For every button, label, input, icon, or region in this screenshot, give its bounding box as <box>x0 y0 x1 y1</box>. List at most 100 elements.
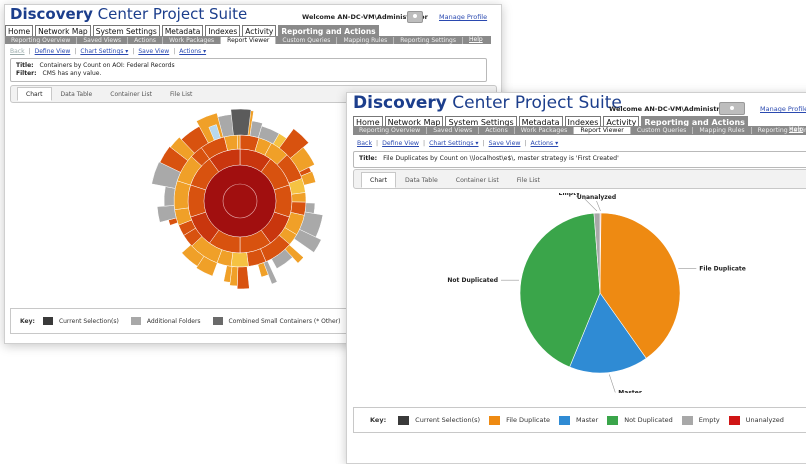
main-nav: Home Network Map System Settings Metadata In… <box>5 25 381 36</box>
user-icon <box>413 14 417 18</box>
sunburst-chart[interactable] <box>135 109 345 305</box>
report-title: Containers by Count on AOI: Federal Reco… <box>39 62 175 69</box>
tab-file-list[interactable]: File List <box>161 87 201 101</box>
report-filter: CMS has any value. <box>42 70 102 77</box>
nav-tab-metadata[interactable]: Metadata <box>161 25 204 36</box>
key-swatch <box>130 317 141 325</box>
key-swatch <box>42 317 53 325</box>
define-view-link[interactable]: Define View <box>382 140 419 147</box>
key-item-additional-folders: Additional Folders <box>130 317 201 325</box>
pie-label-not-duplicated: Not Duplicated <box>447 277 498 284</box>
key-item-label: Not Duplicated <box>624 416 673 424</box>
sunburst-ring3-segment[interactable] <box>304 202 316 214</box>
nav-tab-indexes[interactable]: Indexes <box>205 25 241 36</box>
subnav-saved-views[interactable]: Saved Views <box>427 127 480 134</box>
nav-tab-system-settings[interactable]: System Settings <box>92 25 160 36</box>
tab-container-list[interactable]: Container List <box>101 87 161 101</box>
key-swatch <box>681 415 693 425</box>
chart-settings-link[interactable]: Chart Settings ▾ <box>80 48 128 55</box>
sunburst-ring2-segment[interactable] <box>173 180 191 210</box>
manage-profile-link[interactable]: Manage Profile <box>439 13 487 21</box>
actions-link[interactable]: Actions ▾ <box>531 140 559 147</box>
subnav-report-viewer[interactable]: Report Viewer <box>574 127 631 134</box>
tab-chart[interactable]: Chart <box>17 87 52 101</box>
key-item-unanalyzed: Unanalyzed <box>728 415 784 425</box>
sunburst-ring2-segment[interactable] <box>236 134 241 150</box>
key-item-label: Unanalyzed <box>745 416 784 424</box>
report-tabs: Chart Data Table Container List File List <box>361 172 549 188</box>
help-link[interactable]: Help <box>789 126 803 133</box>
key-item-label: Additional Folders <box>146 317 201 325</box>
front-report-window: Discovery Center Project Suite Welcome A… <box>346 92 806 464</box>
subnav-reporting-overview[interactable]: Reporting Overview <box>353 127 428 134</box>
key-item-file-duplicate: File Duplicate <box>489 415 550 425</box>
actions-link[interactable]: Actions ▾ <box>179 48 206 55</box>
chart-settings-link[interactable]: Chart Settings ▾ <box>429 140 478 147</box>
tab-data-table[interactable]: Data Table <box>396 172 447 188</box>
tab-data-table[interactable]: Data Table <box>52 87 102 101</box>
key-item-label: Current Selection(s) <box>58 317 119 325</box>
report-title-box: Title: File Duplicates by Count on \\loca… <box>353 151 806 168</box>
user-menu-button[interactable] <box>407 11 423 23</box>
toolbar: Back | Define View | Chart Settings ▾ | Sav… <box>357 140 559 147</box>
subnav-actions[interactable]: Actions <box>479 127 515 134</box>
pie-label-unanalyzed: Unanalyzed <box>577 194 616 201</box>
save-view-link[interactable]: Save View <box>489 140 521 147</box>
subnav-custom-queries[interactable]: Custom Queries <box>276 36 338 44</box>
save-view-link[interactable]: Save View <box>138 48 169 55</box>
report-title: File Duplicates by Count on \\localhost\… <box>383 155 619 162</box>
key-label: Key: <box>370 416 387 424</box>
chart-key: Key: Current Selection(s) File Duplicate M… <box>353 407 806 433</box>
key-item-label: Empty <box>698 416 720 424</box>
report-title-box: Title: Containers by Count on AOI: Federa… <box>10 58 487 82</box>
title-label: Title: <box>16 62 34 69</box>
subnav-work-packages[interactable]: Work Packages <box>515 127 575 134</box>
key-label: Key: <box>20 317 35 325</box>
tab-chart[interactable]: Chart <box>361 172 397 188</box>
sunburst-ring2-segment[interactable] <box>230 252 249 268</box>
title-label: Title: <box>359 155 378 162</box>
nav-tab-home[interactable]: Home <box>5 25 34 36</box>
subnav-reporting-settings[interactable]: Reporting Settings <box>394 36 463 44</box>
tab-container-list[interactable]: Container List <box>447 172 508 188</box>
subnav-actions[interactable]: Actions <box>128 36 164 44</box>
subnav-reporting-overview[interactable]: Reporting Overview <box>5 36 78 44</box>
sunburst-dark-segment[interactable] <box>230 109 252 136</box>
key-item-current-selection-s: Current Selection(s) <box>42 317 119 325</box>
subnav-mapping-rules[interactable]: Mapping Rules <box>693 127 752 134</box>
manage-profile-link[interactable]: Manage Profile <box>760 105 806 113</box>
app-logo: Discovery Center Project Suite <box>353 93 622 113</box>
pie-chart[interactable]: Unanalyzed File Duplicate Master Not Duplic… <box>447 193 747 393</box>
sunburst-ring2-segment[interactable] <box>291 192 307 203</box>
sunburst-ring1-segment[interactable] <box>273 184 293 218</box>
user-icon <box>730 105 734 110</box>
tab-file-list[interactable]: File List <box>508 172 549 188</box>
nav-tab-activity[interactable]: Activity <box>242 25 277 36</box>
pie-leader-line <box>596 200 601 212</box>
sunburst-center[interactable] <box>204 165 276 237</box>
subnav-mapping-rules[interactable]: Mapping Rules <box>337 36 395 44</box>
pie-leader-line <box>609 374 616 393</box>
subnav-saved-views[interactable]: Saved Views <box>77 36 129 44</box>
key-swatch <box>212 317 223 325</box>
key-swatch <box>398 415 410 425</box>
back-link[interactable]: Back <box>10 48 25 55</box>
key-swatch <box>559 415 570 425</box>
sunburst-ring3-segment[interactable] <box>163 186 176 207</box>
sunburst-ring3-segment[interactable] <box>236 266 250 290</box>
help-link[interactable]: Help <box>469 36 483 43</box>
define-view-link[interactable]: Define View <box>35 48 71 55</box>
key-item-label: Master <box>576 416 599 424</box>
user-menu-button[interactable] <box>719 102 745 115</box>
nav-tab-reporting-and-actions[interactable]: Reporting and Actions <box>278 25 379 36</box>
subnav-report-viewer[interactable]: Report Viewer <box>221 36 277 44</box>
key-item-current-selection-s: Current Selection(s) <box>398 415 480 425</box>
nav-tab-network-map[interactable]: Network Map <box>35 25 91 36</box>
subnav-custom-queries[interactable]: Custom Queries <box>631 127 694 134</box>
app-logo: Discovery Center Project Suite <box>10 5 248 23</box>
sub-nav: Reporting Overview Saved Views Actions Work… <box>353 126 806 135</box>
subnav-work-packages[interactable]: Work Packages <box>163 36 222 44</box>
key-swatch <box>607 415 619 425</box>
back-link[interactable]: Back <box>357 140 372 147</box>
sunburst-ring1-segment[interactable] <box>187 184 207 218</box>
